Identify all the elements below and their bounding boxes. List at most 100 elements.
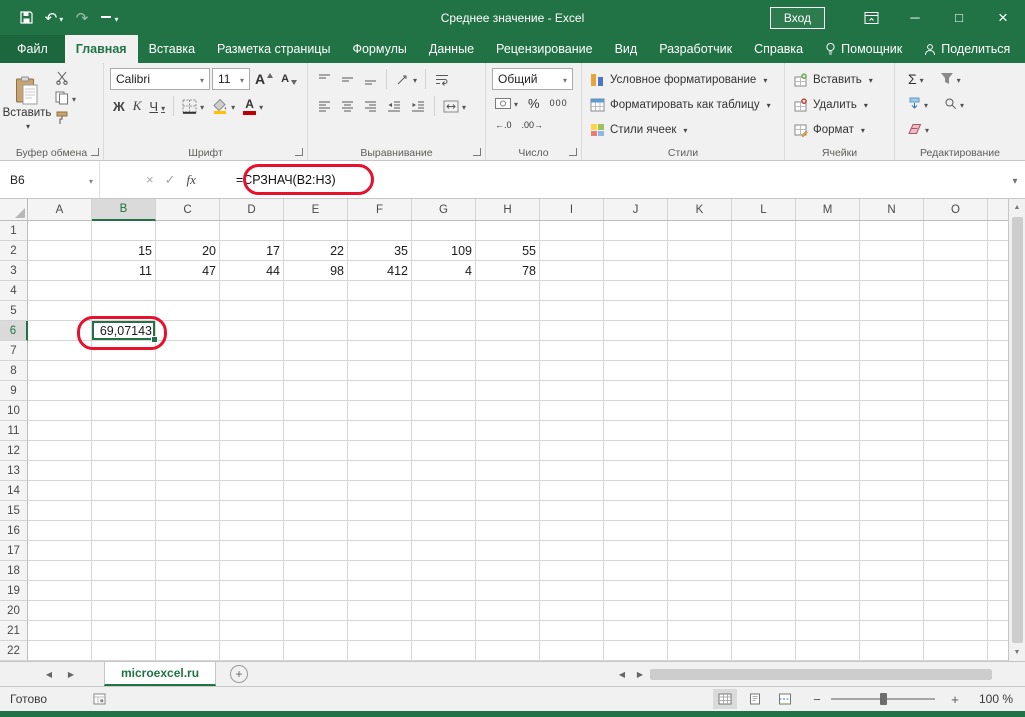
- cell-A7[interactable]: [28, 341, 92, 361]
- cell-G18[interactable]: [412, 561, 476, 581]
- cell-E14[interactable]: [284, 481, 348, 501]
- cell-N7[interactable]: [860, 341, 924, 361]
- cell-H3[interactable]: 78: [476, 261, 540, 281]
- cell-B1[interactable]: [92, 221, 156, 241]
- row-header-12[interactable]: 12: [0, 441, 28, 461]
- cell-B11[interactable]: [92, 421, 156, 441]
- cell-D9[interactable]: [220, 381, 284, 401]
- cell-M11[interactable]: [796, 421, 860, 441]
- cell-D2[interactable]: 17: [220, 241, 284, 261]
- cell-D8[interactable]: [220, 361, 284, 381]
- clipboard-dialog-launcher[interactable]: [91, 148, 99, 156]
- cell-C14[interactable]: [156, 481, 220, 501]
- cell-M3[interactable]: [796, 261, 860, 281]
- cell-C22[interactable]: [156, 641, 220, 661]
- cell-B16[interactable]: [92, 521, 156, 541]
- cell-N2[interactable]: [860, 241, 924, 261]
- cell-F22[interactable]: [348, 641, 412, 661]
- cell-C4[interactable]: [156, 281, 220, 301]
- cell-E13[interactable]: [284, 461, 348, 481]
- cell-M6[interactable]: [796, 321, 860, 341]
- cell-E21[interactable]: [284, 621, 348, 641]
- cell-F11[interactable]: [348, 421, 412, 441]
- cell-E8[interactable]: [284, 361, 348, 381]
- cell-H11[interactable]: [476, 421, 540, 441]
- cell-G20[interactable]: [412, 601, 476, 621]
- cell-J16[interactable]: [604, 521, 668, 541]
- cell-J9[interactable]: [604, 381, 668, 401]
- row-header-9[interactable]: 9: [0, 381, 28, 401]
- autosum-button[interactable]: Σ: [905, 70, 927, 88]
- cell-L18[interactable]: [732, 561, 796, 581]
- number-dialog-launcher[interactable]: [569, 148, 577, 156]
- cell-F12[interactable]: [348, 441, 412, 461]
- customize-qat-button[interactable]: [98, 5, 122, 31]
- cell-F8[interactable]: [348, 361, 412, 381]
- cell-N19[interactable]: [860, 581, 924, 601]
- row-header-20[interactable]: 20: [0, 601, 28, 621]
- cell-M20[interactable]: [796, 601, 860, 621]
- row-header-3[interactable]: 3: [0, 261, 28, 281]
- cell-C19[interactable]: [156, 581, 220, 601]
- zoom-slider[interactable]: [831, 693, 935, 705]
- cell-F17[interactable]: [348, 541, 412, 561]
- cell-M18[interactable]: [796, 561, 860, 581]
- cell-E10[interactable]: [284, 401, 348, 421]
- tab-review[interactable]: Рецензирование: [485, 35, 604, 63]
- cell-O1[interactable]: [924, 221, 988, 241]
- row-header-13[interactable]: 13: [0, 461, 28, 481]
- format-cells-button[interactable]: Формат: [789, 117, 890, 142]
- cell-G9[interactable]: [412, 381, 476, 401]
- row-header-2[interactable]: 2: [0, 241, 28, 261]
- cancel-icon[interactable]: ×: [146, 172, 154, 187]
- font-color-dropdown-icon[interactable]: [257, 99, 263, 113]
- cell-D17[interactable]: [220, 541, 284, 561]
- sheet-tab-microexcel[interactable]: microexcel.ru: [104, 662, 217, 686]
- cell-J12[interactable]: [604, 441, 668, 461]
- cell-F20[interactable]: [348, 601, 412, 621]
- column-header-E[interactable]: E: [284, 199, 348, 221]
- cell-A6[interactable]: [28, 321, 92, 341]
- cell-E6[interactable]: [284, 321, 348, 341]
- cell-I17[interactable]: [540, 541, 604, 561]
- cell-E12[interactable]: [284, 441, 348, 461]
- cell-D19[interactable]: [220, 581, 284, 601]
- align-top-button[interactable]: [314, 72, 335, 87]
- cell-F5[interactable]: [348, 301, 412, 321]
- cell-I6[interactable]: [540, 321, 604, 341]
- cell-F19[interactable]: [348, 581, 412, 601]
- horizontal-scrollbar-track[interactable]: [650, 668, 1006, 681]
- cell-H4[interactable]: [476, 281, 540, 301]
- cell-I20[interactable]: [540, 601, 604, 621]
- cell-H22[interactable]: [476, 641, 540, 661]
- column-header-N[interactable]: N: [860, 199, 924, 221]
- cell-J3[interactable]: [604, 261, 668, 281]
- cell-C18[interactable]: [156, 561, 220, 581]
- cell-C9[interactable]: [156, 381, 220, 401]
- column-header-L[interactable]: L: [732, 199, 796, 221]
- cell-L7[interactable]: [732, 341, 796, 361]
- cell-N10[interactable]: [860, 401, 924, 421]
- cell-C20[interactable]: [156, 601, 220, 621]
- zoom-slider-thumb[interactable]: [880, 693, 887, 705]
- accounting-dropdown-icon[interactable]: [512, 96, 518, 110]
- cell-N18[interactable]: [860, 561, 924, 581]
- align-middle-button[interactable]: [337, 72, 358, 87]
- cell-M13[interactable]: [796, 461, 860, 481]
- cell-M16[interactable]: [796, 521, 860, 541]
- alignment-dialog-launcher[interactable]: [473, 148, 481, 156]
- cell-G17[interactable]: [412, 541, 476, 561]
- cell-C2[interactable]: 20: [156, 241, 220, 261]
- insert-cells-button[interactable]: Вставить: [789, 67, 890, 92]
- cell-N11[interactable]: [860, 421, 924, 441]
- cell-G3[interactable]: 4: [412, 261, 476, 281]
- cell-D4[interactable]: [220, 281, 284, 301]
- cell-O19[interactable]: [924, 581, 988, 601]
- cell-O22[interactable]: [924, 641, 988, 661]
- cell-A22[interactable]: [28, 641, 92, 661]
- cell-A15[interactable]: [28, 501, 92, 521]
- cell-A5[interactable]: [28, 301, 92, 321]
- row-header-22[interactable]: 22: [0, 641, 28, 661]
- cell-J14[interactable]: [604, 481, 668, 501]
- column-header-A[interactable]: A: [28, 199, 92, 221]
